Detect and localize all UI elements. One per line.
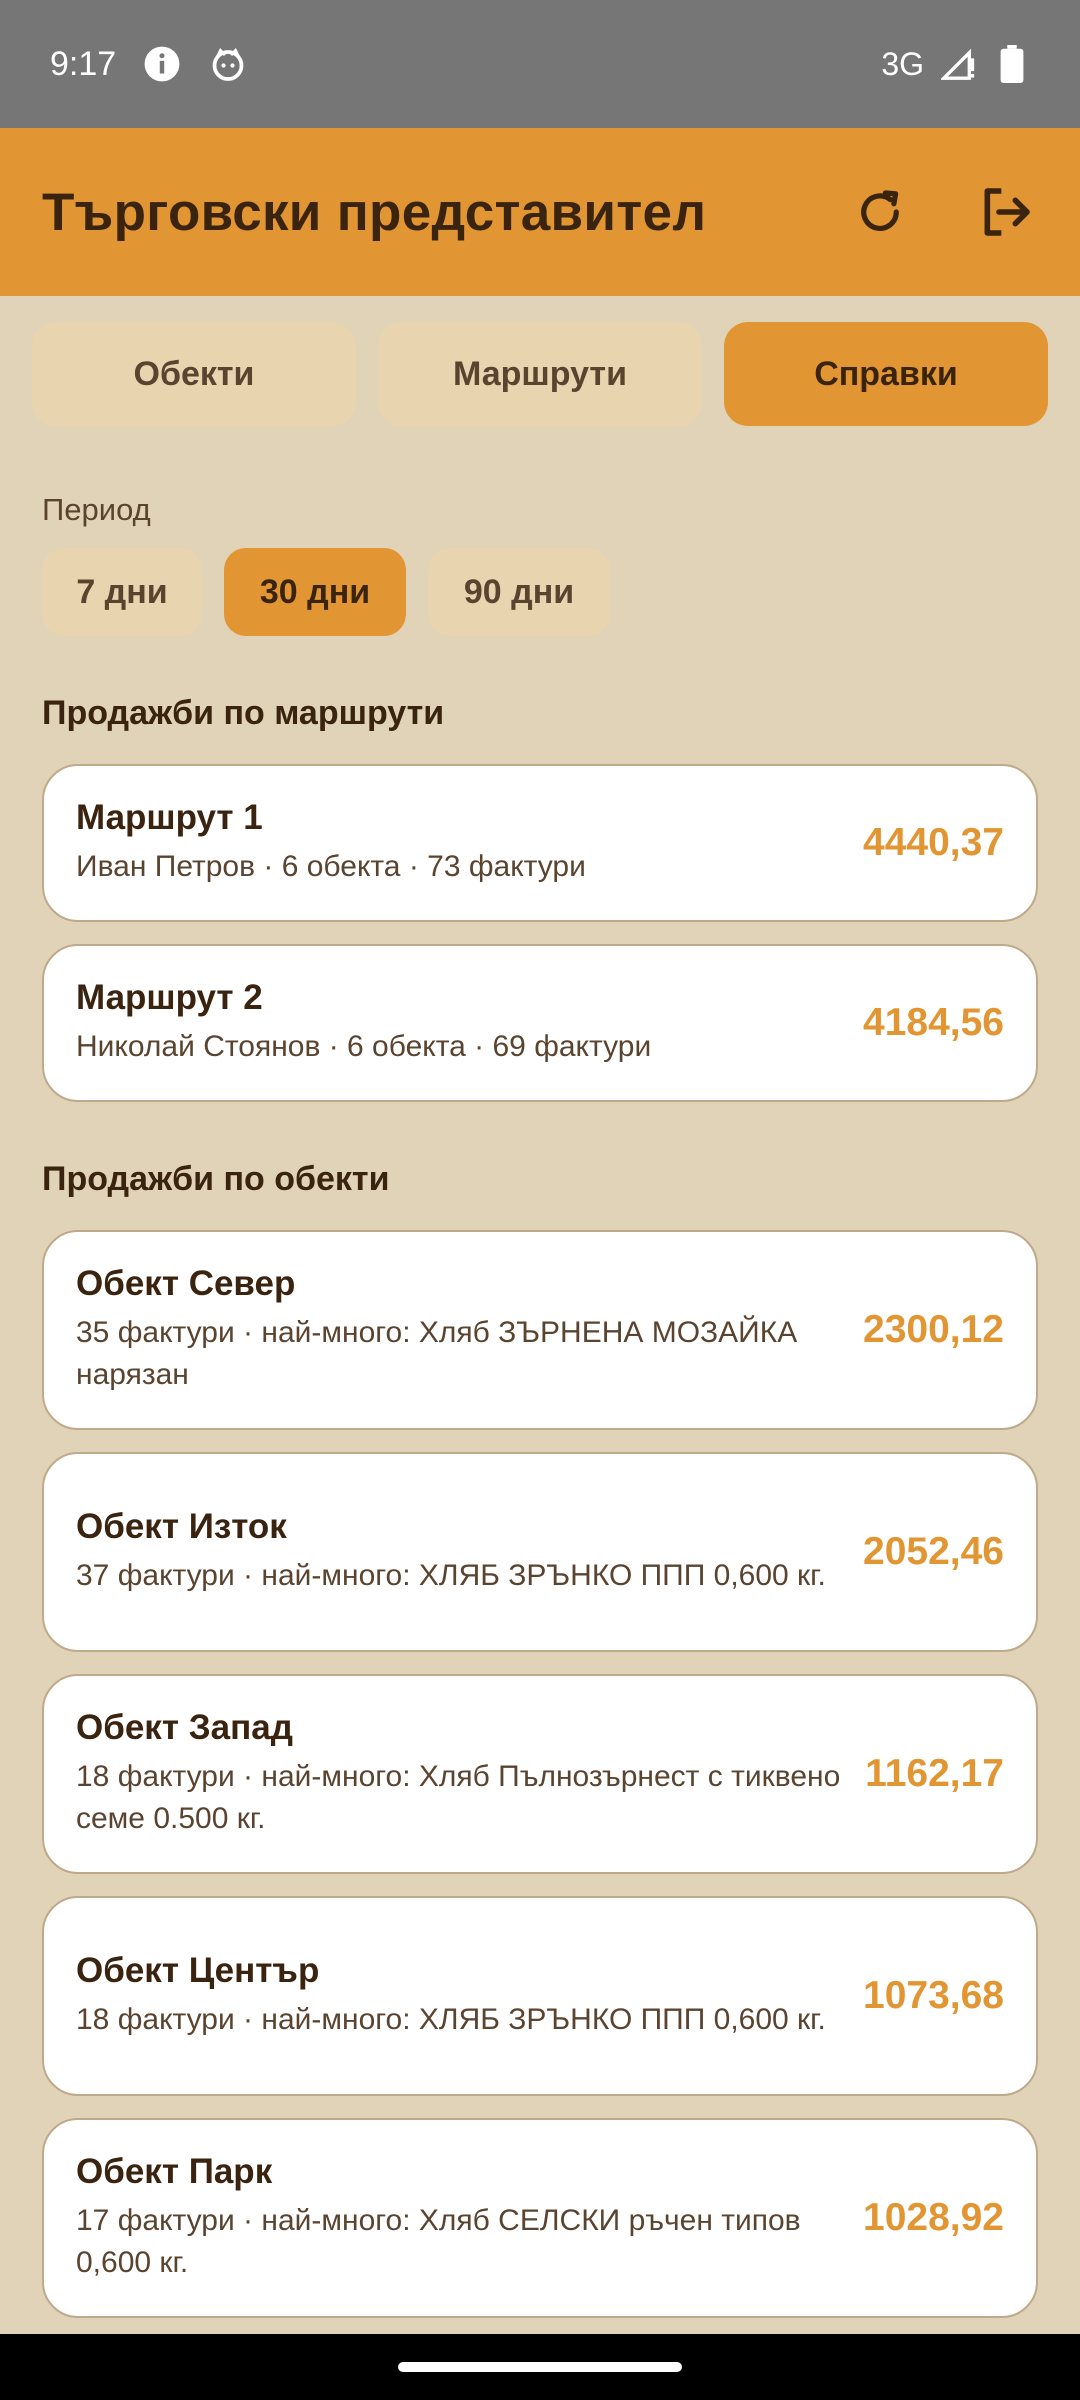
signal-icon [938,44,978,84]
app-bar: Търговски представител [0,128,1080,296]
object-sales-value: 1162,17 [865,1752,1004,1795]
status-time: 9:17 [50,44,117,83]
object-card[interactable]: Обект Изток 37 фактури · най-много: ХЛЯБ… [42,1452,1038,1652]
object-sales-value: 1028,92 [863,2196,1004,2239]
status-right: 3G [881,44,1032,84]
object-card-text: Обект Център 18 фактури · най-много: ХЛЯ… [76,1951,858,2041]
route-card[interactable]: Маршрут 2 Николай Стоянов · 6 обекта · 6… [42,944,1038,1102]
route-title: Маршрут 2 [76,978,263,1017]
app-title: Търговски представител [42,182,707,242]
route-subtitle: Николай Стоянов · 6 обекта · 69 фактури [76,1030,652,1063]
object-card[interactable]: Обект Център 18 фактури · най-много: ХЛЯ… [42,1896,1038,2096]
route-title: Маршрут 1 [76,798,263,837]
info-icon [142,44,182,84]
tab-reports[interactable]: Справки [724,322,1048,426]
refresh-icon[interactable] [846,178,914,246]
period-label: Период [42,492,151,527]
object-sales-value: 2052,46 [863,1530,1004,1573]
object-card-text: Обект Парк 17 фактури · най-много: Хляб … [76,2152,858,2284]
route-card[interactable]: Маршрут 1 Иван Петров · 6 обекта · 73 фа… [42,764,1038,922]
object-title: Обект Парк [76,2152,273,2191]
object-title: Обект Север [76,1264,296,1303]
object-card[interactable]: Обект Север 35 фактури · най-много: Хляб… [42,1230,1038,1430]
object-sales-value: 2300,12 [863,1308,1004,1351]
period-90-days-chip[interactable]: 90 дни [428,548,610,636]
route-card-text: Маршрут 2 Николай Стоянов · 6 обекта · 6… [76,978,651,1068]
object-title: Обект Изток [76,1507,287,1546]
route-sales-value: 4184,56 [863,1001,1004,1044]
object-card-text: Обект Север 35 фактури · най-много: Хляб… [76,1264,858,1396]
route-card-text: Маршрут 1 Иван Петров · 6 обекта · 73 фа… [76,798,586,888]
object-card[interactable]: Обект Запад 18 фактури · най-много: Хляб… [42,1674,1038,1874]
logout-icon[interactable] [972,178,1040,246]
object-subtitle: 17 фактури · най-много: Хляб СЕЛСКИ ръче… [76,2204,801,2279]
status-bar: 9:17 3G [0,0,1080,128]
tab-objects[interactable]: Обекти [32,322,356,426]
tab-bar: Обекти Маршрути Справки [32,322,1048,426]
route-subtitle: Иван Петров · 6 обекта · 73 фактури [76,850,586,883]
object-title: Обект Запад [76,1708,293,1747]
objects-section-title: Продажби по обекти [42,1160,390,1198]
home-gesture-handle[interactable] [398,2362,682,2372]
cat-icon [208,44,248,84]
object-card-text: Обект Запад 18 фактури · най-много: Хляб… [76,1708,858,1840]
network-type: 3G [881,45,924,82]
object-subtitle: 18 фактури · най-много: ХЛЯБ ЗРЪНКО ППП … [76,2003,826,2036]
period-30-days-chip[interactable]: 30 дни [224,548,406,636]
status-left: 9:17 [50,44,248,84]
battery-icon [992,44,1032,84]
app-actions [846,178,1040,246]
routes-section-title: Продажби по маршрути [42,694,445,732]
object-subtitle: 18 фактури · най-много: Хляб Пълнозърнес… [76,1760,841,1835]
object-card-text: Обект Изток 37 фактури · най-много: ХЛЯБ… [76,1507,858,1597]
period-chips: 7 дни 30 дни 90 дни [42,548,610,636]
object-subtitle: 37 фактури · най-много: ХЛЯБ ЗРЪНКО ППП … [76,1559,826,1592]
route-sales-value: 4440,37 [863,821,1004,864]
period-7-days-chip[interactable]: 7 дни [42,548,202,636]
object-sales-value: 1073,68 [863,1974,1004,2017]
object-card[interactable]: Обект Парк 17 фактури · най-много: Хляб … [42,2118,1038,2318]
object-subtitle: 35 фактури · най-много: Хляб ЗЪРНЕНА МОЗ… [76,1316,798,1391]
tab-routes[interactable]: Маршрути [378,322,702,426]
object-title: Обект Център [76,1951,320,1990]
